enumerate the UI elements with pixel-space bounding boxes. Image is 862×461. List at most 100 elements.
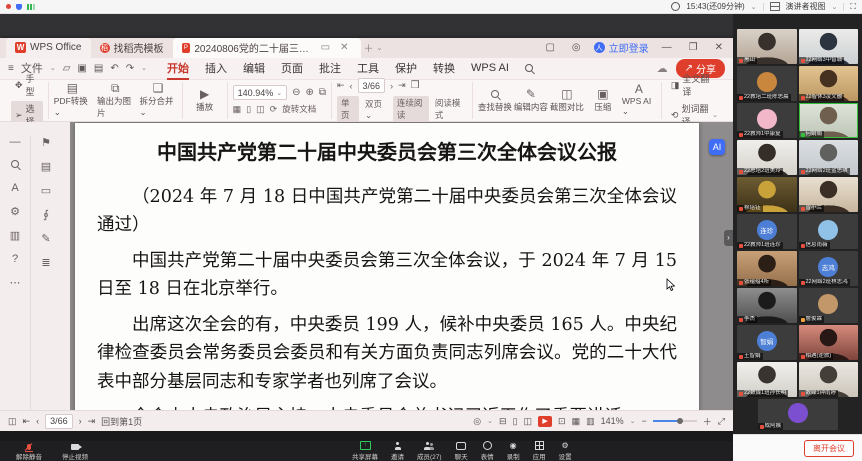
sidebar-layers-icon[interactable]: ≣ xyxy=(41,256,50,269)
menu-转换[interactable]: 转换 xyxy=(425,58,463,78)
control-共享屏幕[interactable]: ↑共享屏幕 xyxy=(352,441,378,461)
sidebar-comment-icon[interactable]: ▭ xyxy=(41,184,51,197)
fit-window-icon[interactable]: ◫ xyxy=(256,104,265,115)
participant-tile[interactable]: 黑山 xyxy=(737,29,797,64)
menu-页面[interactable]: 页面 xyxy=(273,58,311,78)
fit-page-icon[interactable]: ⊡ xyxy=(558,416,566,427)
page-number-box[interactable]: 3/66 xyxy=(358,78,386,93)
participant-tile[interactable]: 李杰 xyxy=(737,288,797,323)
back-to-first-page-button[interactable]: 回到第1页 xyxy=(101,415,142,428)
participant-tile[interactable]: 22思培2班美玲 xyxy=(737,140,797,175)
minimize-button[interactable]: — xyxy=(658,42,676,53)
control-解除静音[interactable]: 解除静音 xyxy=(16,441,42,461)
skin-icon[interactable]: ▢ xyxy=(541,42,558,53)
participant-tile[interactable]: 数媒1钟雨婷 xyxy=(799,362,859,397)
login-button[interactable]: 人 立即登录 xyxy=(594,40,649,55)
zoom-slider[interactable] xyxy=(653,420,697,422)
control-表情[interactable]: 表情 xyxy=(481,441,494,461)
search-icon[interactable] xyxy=(525,64,533,72)
control-成员(27)[interactable]: 成员(27) xyxy=(417,441,442,461)
timer-caret-icon[interactable]: ⌄ xyxy=(751,3,757,11)
undo-icon[interactable]: ↶ xyxy=(110,63,118,74)
tab-docer-templates[interactable]: 稻 找稻壳模板 xyxy=(91,38,173,58)
fit-width-icon[interactable]: ▦ xyxy=(572,416,581,427)
double-page-icon[interactable]: ◫ xyxy=(524,416,533,427)
status-zoom-value[interactable]: 141% xyxy=(601,416,624,426)
fit-height-icon[interactable]: ▯ xyxy=(246,104,251,115)
close-tab-icon[interactable]: ✕ xyxy=(337,42,351,53)
zoom-in-icon[interactable]: ⊕ xyxy=(305,87,313,98)
view-mode-caret-icon[interactable]: ⌄ xyxy=(832,3,838,11)
prev-page-icon[interactable]: ‹ xyxy=(350,81,353,91)
tab-list-caret-icon[interactable]: ⌄ xyxy=(377,44,383,52)
view-chip-连续阅读[interactable]: 连续阅读 xyxy=(393,96,429,122)
view-mode-button[interactable]: 演讲者视图 xyxy=(786,1,826,12)
redo-icon[interactable]: ↷ xyxy=(126,63,134,74)
participant-tile[interactable]: 张蕴蕴4所 xyxy=(737,251,797,286)
fullscreen-icon[interactable]: ⤢ xyxy=(718,416,725,427)
menu-保护[interactable]: 保护 xyxy=(387,58,425,78)
eye-protect-icon[interactable]: ◎ xyxy=(473,416,481,427)
rotate-label[interactable]: 旋转文档 xyxy=(282,103,316,115)
control-邀请[interactable]: 邀请 xyxy=(391,441,404,461)
view-chip-双页[interactable]: 双页 ⌄ xyxy=(361,97,391,122)
control-停止视频[interactable]: 停止视频 xyxy=(62,441,88,461)
sidebar-layout-icon[interactable]: ▥ xyxy=(10,229,20,242)
fit-width-icon[interactable]: ▦ xyxy=(233,104,242,115)
menu-WPS AI[interactable]: WPS AI xyxy=(463,60,517,76)
participant-tile[interactable]: 信息雨薇 xyxy=(799,214,859,249)
sidebar-thumbnail-icon[interactable]: ▤ xyxy=(41,160,51,173)
zoom-out-button[interactable]: − xyxy=(642,416,647,426)
menu-插入[interactable]: 插入 xyxy=(197,58,235,78)
sidebar-settings-icon[interactable]: ⚙ xyxy=(10,205,20,218)
ribbon-输出为图片[interactable]: ⧉输出为图片 xyxy=(97,82,133,119)
participant-tile[interactable]: 詹俊霖 xyxy=(799,288,859,323)
status-page-box[interactable]: 3/66 xyxy=(45,414,73,429)
fullscreen-icon[interactable]: ⛶ xyxy=(850,2,856,12)
view-chip-阅读模式[interactable]: 阅读模式 xyxy=(431,96,467,122)
menu-编辑[interactable]: 编辑 xyxy=(235,58,273,78)
participant-tile[interactable]: 相遇(逆旅) xyxy=(799,325,859,360)
view-chip-单页[interactable]: 单页 xyxy=(337,96,359,122)
participant-tile[interactable]: 连珍22教师1班连珍 xyxy=(737,214,797,249)
rotate-icon[interactable]: ⟳ xyxy=(270,104,278,115)
hand-tool-button[interactable]: ✥ 手型 xyxy=(11,71,43,99)
ribbon-压缩[interactable]: ▣压缩 xyxy=(586,88,620,113)
next-page-icon[interactable]: › xyxy=(390,81,393,91)
participant-tile[interactable]: 22教培二班陈思晨 xyxy=(737,66,797,101)
wps-ai-floating-button[interactable]: AI xyxy=(709,139,725,155)
ribbon-拆分合并[interactable]: ❏拆分合并 ⌄ xyxy=(139,82,176,118)
control-聊天[interactable]: 聊天 xyxy=(455,441,468,461)
participant-tile[interactable]: 成阿姨 xyxy=(758,399,838,430)
ribbon-查找替换[interactable]: 查找替换 xyxy=(478,88,512,113)
comment-bubble-icon[interactable]: ▭ xyxy=(318,42,333,53)
zoom-out-icon[interactable]: ⊖ xyxy=(292,87,300,98)
pdf-page[interactable]: 中国共产党第二十届中央委员会第三次全体会议公报 （2024 年 7 月 18 日… xyxy=(75,123,699,410)
first-page-icon[interactable]: ⇤ xyxy=(23,416,31,427)
menu-批注[interactable]: 批注 xyxy=(311,58,349,78)
first-page-icon[interactable]: ⇤ xyxy=(337,80,345,91)
participant-tile[interactable]: 22数媒1班孙长明 xyxy=(737,362,797,397)
single-page-icon[interactable]: ▯ xyxy=(513,416,518,427)
participant-tile[interactable]: 曾小兰 xyxy=(799,177,859,212)
continuous-read-icon[interactable]: ⊟ xyxy=(499,416,507,427)
participant-tile[interactable]: 22智休3凌文融 xyxy=(799,66,859,101)
participant-tile[interactable]: 22网络3中智城 xyxy=(799,29,859,64)
print-icon[interactable]: ▤ xyxy=(94,63,103,74)
leave-meeting-button[interactable]: 离开会议 xyxy=(804,440,854,457)
sidebar-help-icon[interactable]: ? xyxy=(12,253,18,265)
participant-tile[interactable]: 何娟娟 xyxy=(799,103,859,138)
menu-工具[interactable]: 工具 xyxy=(349,58,387,78)
sidebar-translate-icon[interactable]: A xyxy=(11,182,18,194)
panel-collapse-tab[interactable]: › xyxy=(724,230,733,246)
close-window-button[interactable]: ✕ xyxy=(711,42,727,53)
ribbon-WPS AI[interactable]: AWPS AI ⌄ xyxy=(622,83,656,117)
sidebar-bookmark-icon[interactable]: ⚑ xyxy=(41,136,51,149)
participant-tile[interactable]: 穆培钰 xyxy=(737,177,797,212)
history-caret-icon[interactable]: ⌄ xyxy=(141,64,147,72)
prev-page-icon[interactable]: ‹ xyxy=(36,416,39,426)
globe-icon[interactable]: ◎ xyxy=(568,42,585,53)
ribbon-PDF转换[interactable]: ▤PDF转换 ⌄ xyxy=(54,82,91,118)
participant-tile[interactable]: 22网络2班蓝思琪 xyxy=(799,140,859,175)
sidebar-signature-icon[interactable]: ✎ xyxy=(41,232,50,245)
